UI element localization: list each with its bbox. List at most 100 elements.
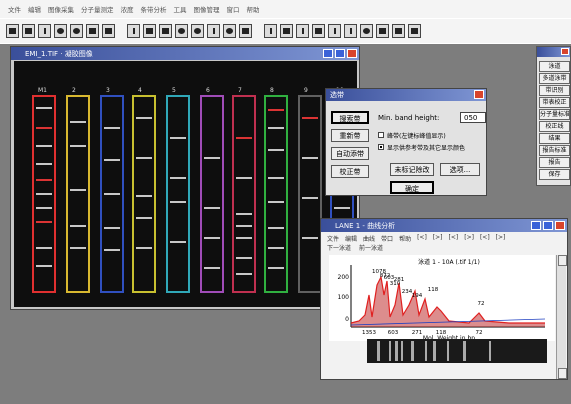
peak-checkbox[interactable] <box>378 132 384 138</box>
close-icon[interactable] <box>347 49 357 58</box>
plot-menu-curve[interactable]: 曲线 <box>363 234 375 243</box>
maximize-icon[interactable] <box>543 221 553 230</box>
report-icon[interactable] <box>392 24 405 38</box>
hand-icon[interactable] <box>239 24 252 38</box>
menu-edit[interactable]: 编辑 <box>28 4 41 14</box>
menu-image[interactable]: 图像管理 <box>194 4 220 14</box>
gel-image[interactable]: M12345678910 <box>14 61 357 307</box>
min-band-height-input[interactable]: 050 <box>460 112 486 123</box>
menu-bar: 文件 编辑 图像采集 分子量测定 浓度 条带分析 工具 图像管理 窗口 帮助 <box>0 0 571 18</box>
gel-lane[interactable] <box>100 95 124 293</box>
list-icon[interactable] <box>38 24 51 38</box>
grid2-icon[interactable] <box>296 24 309 38</box>
gel-lane[interactable] <box>298 95 322 293</box>
palette-item-band-correct[interactable]: 带表校正 <box>539 97 570 108</box>
palette-item-report[interactable]: 报告 <box>539 157 570 168</box>
save-icon[interactable] <box>22 24 35 38</box>
prev-lane-button[interactable]: 前一泳道 <box>359 243 383 252</box>
dialog-titlebar[interactable]: 选带 <box>326 89 486 101</box>
auto-add-button[interactable]: 自动添带 <box>331 147 369 160</box>
plot-menu-file[interactable]: 文件 <box>327 234 339 243</box>
correct-bands-button[interactable]: 校正带 <box>331 165 369 178</box>
menu-help[interactable]: 帮助 <box>247 4 260 14</box>
gel-lane[interactable] <box>132 95 156 293</box>
plot-menu-band[interactable]: 带口 <box>381 234 393 243</box>
palette-item-band-detect[interactable]: 带识别 <box>539 85 570 96</box>
mw-icon[interactable] <box>376 24 389 38</box>
maximize-icon[interactable] <box>335 49 345 58</box>
plot-nav-button[interactable]: [>] <box>433 234 443 243</box>
strip-band <box>425 341 427 361</box>
plot-scrollbar[interactable] <box>556 255 567 379</box>
scroll-down-icon[interactable] <box>558 368 567 379</box>
gel-lane[interactable] <box>66 95 90 293</box>
palette-item-lane[interactable]: 泳道 <box>539 61 570 72</box>
grid-icon[interactable] <box>143 24 156 38</box>
undo-icon[interactable] <box>70 24 83 38</box>
bars-icon[interactable] <box>328 24 341 38</box>
gel-window-titlebar[interactable]: EMI_1.TIF · 凝胶图像 <box>11 47 359 60</box>
strip-svg <box>377 341 491 361</box>
ok-button[interactable]: 确定 <box>390 181 434 194</box>
plot-nav-button[interactable]: [<] <box>417 234 427 243</box>
gel-lane[interactable] <box>232 95 256 293</box>
plot-nav-button[interactable]: [<] <box>449 234 459 243</box>
columns-icon[interactable] <box>344 24 357 38</box>
next-lane-button[interactable]: 下一泳道 <box>327 243 351 252</box>
chart-icon[interactable] <box>312 24 325 38</box>
menu-file[interactable]: 文件 <box>8 4 21 14</box>
menu-window[interactable]: 窗口 <box>227 4 240 14</box>
unmark-button[interactable]: 未标记除改 <box>390 163 434 176</box>
scroll-up-icon[interactable] <box>558 255 567 266</box>
minimize-icon[interactable] <box>531 221 541 230</box>
pdf-icon[interactable] <box>408 24 421 38</box>
plot-menu-edit[interactable]: 编辑 <box>345 234 357 243</box>
open-icon[interactable] <box>6 24 19 38</box>
menu-band[interactable]: 条带分析 <box>141 4 167 14</box>
show-colors-checkbox[interactable] <box>378 144 384 150</box>
lane-icon[interactable] <box>264 24 277 38</box>
palette-item-report-standard[interactable]: 报告标准 <box>539 145 570 156</box>
density-plot[interactable]: 泳道 1 - 10A (.tif 1/1) 200 100 0 1353 603 271 11… <box>329 255 555 342</box>
gel-lane[interactable] <box>32 95 56 293</box>
rebuild-bands-button[interactable]: 重新带 <box>331 129 369 142</box>
plot-nav-button[interactable]: [>] <box>496 234 506 243</box>
gel-lane[interactable] <box>264 95 288 293</box>
rectangle-icon[interactable] <box>159 24 172 38</box>
close-icon[interactable] <box>474 90 484 99</box>
palette-item-multilane[interactable]: 多道泳带 <box>539 73 570 84</box>
crop-icon[interactable] <box>127 24 140 38</box>
gel-lane[interactable] <box>166 95 190 293</box>
plot-menu-help[interactable]: 帮助 <box>399 234 411 243</box>
gel-image-window[interactable]: EMI_1.TIF · 凝胶图像 M12345678910 <box>10 46 360 310</box>
plot-nav-button[interactable]: [<] <box>480 234 490 243</box>
plot-window-titlebar[interactable]: LANE 1 - 曲线分析 <box>321 219 567 232</box>
palette-titlebar[interactable] <box>537 47 570 57</box>
gel-lane[interactable] <box>200 95 224 293</box>
close-icon[interactable] <box>555 221 565 230</box>
target-icon[interactable] <box>360 24 373 38</box>
pen-icon[interactable] <box>207 24 220 38</box>
menu-tools[interactable]: 工具 <box>174 4 187 14</box>
peak-icon[interactable] <box>280 24 293 38</box>
palette-item-save[interactable]: 保存 <box>539 169 570 180</box>
find-bands-button[interactable]: 搜索带 <box>331 111 369 124</box>
palette-item-mw-standard[interactable]: 分子量标准 <box>539 109 570 120</box>
strip-band <box>411 341 414 361</box>
circle-icon[interactable] <box>175 24 188 38</box>
rotate-icon[interactable] <box>191 24 204 38</box>
palette-item-calibration[interactable]: 校正线 <box>539 121 570 132</box>
minimize-icon[interactable] <box>323 49 333 58</box>
palette-item-results[interactable]: 结果 <box>539 133 570 144</box>
menu-mw[interactable]: 分子量测定 <box>81 4 114 14</box>
print-icon[interactable] <box>86 24 99 38</box>
options-button[interactable]: 选项... <box>440 163 480 176</box>
plot-nav-button[interactable]: [>] <box>464 234 474 243</box>
menu-density[interactable]: 浓度 <box>121 4 134 14</box>
zoom-icon[interactable] <box>223 24 236 38</box>
menu-acquire[interactable]: 图像采集 <box>48 4 74 14</box>
image-icon[interactable] <box>102 24 115 38</box>
film-icon[interactable] <box>54 24 67 38</box>
gel-window-title: EMI_1.TIF · 凝胶图像 <box>25 49 93 58</box>
close-icon[interactable] <box>561 48 569 55</box>
